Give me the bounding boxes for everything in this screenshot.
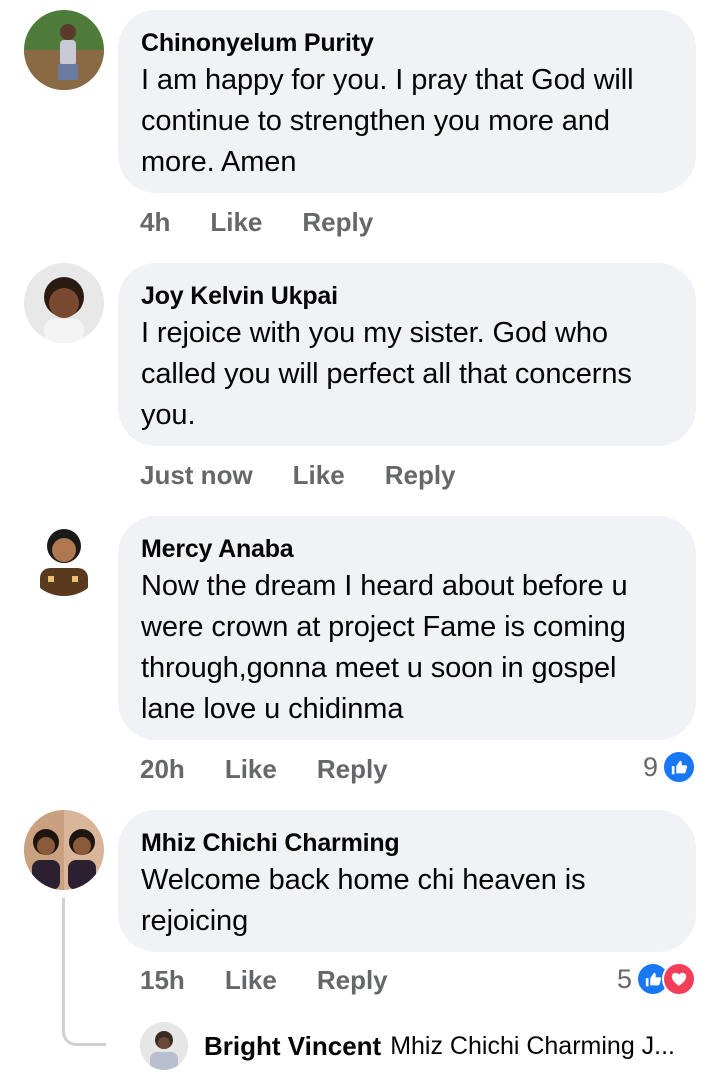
comment-text: Welcome back home chi heaven is rejoicin… xyxy=(141,864,586,937)
reply-text: Mhiz Chichi Charming J... xyxy=(390,1031,676,1060)
comment-author[interactable]: Mhiz Chichi Charming xyxy=(141,828,674,858)
reaction-count: 9 xyxy=(642,751,658,782)
avatar[interactable] xyxy=(24,263,104,343)
love-icon xyxy=(662,962,696,996)
comment-author[interactable]: Chinonyelum Purity xyxy=(141,28,674,58)
thread-connector xyxy=(62,898,106,1046)
comment-timestamp[interactable]: 4h xyxy=(140,207,170,238)
reaction-count: 5 xyxy=(616,963,632,994)
comment-actions: 15h Like Reply xyxy=(140,964,388,996)
comment-bubble: Joy Kelvin Ukpai I rejoice with you my s… xyxy=(118,263,696,446)
reaction-summary[interactable]: 5 xyxy=(617,962,696,996)
reply-author[interactable]: Bright Vincent xyxy=(204,1031,381,1062)
avatar[interactable] xyxy=(140,1022,188,1070)
comment-text: I rejoice with you my sister. God who ca… xyxy=(141,317,632,431)
comment-actions: 20h Like Reply xyxy=(140,753,388,785)
comment-text: Now the dream I heard about before u wer… xyxy=(141,570,628,725)
comment-author[interactable]: Mercy Anaba xyxy=(141,534,674,564)
reply-preview[interactable]: Bright Vincent Mhiz Chichi Charming J... xyxy=(140,1022,675,1070)
reply-button[interactable]: Reply xyxy=(302,207,373,238)
avatar[interactable] xyxy=(24,810,104,890)
comment-bubble: Mhiz Chichi Charming Welcome back home c… xyxy=(118,810,696,952)
like-button[interactable]: Like xyxy=(225,965,277,996)
comment-timestamp[interactable]: 20h xyxy=(140,754,185,785)
avatar[interactable] xyxy=(24,516,104,596)
like-button[interactable]: Like xyxy=(225,754,277,785)
like-button[interactable]: Like xyxy=(293,460,345,491)
like-button[interactable]: Like xyxy=(210,207,262,238)
reply-button[interactable]: Reply xyxy=(385,460,456,491)
comment-text: I am happy for you. I pray that God will… xyxy=(141,64,634,178)
comment-bubble: Mercy Anaba Now the dream I heard about … xyxy=(118,516,696,740)
reply-button[interactable]: Reply xyxy=(317,965,388,996)
comment-actions: Just now Like Reply xyxy=(140,459,456,491)
reaction-summary[interactable]: 9 xyxy=(643,750,696,784)
comment-actions: 4h Like Reply xyxy=(140,206,373,238)
comment-timestamp[interactable]: 15h xyxy=(140,965,185,996)
like-icon xyxy=(662,750,696,784)
comment-bubble: Chinonyelum Purity I am happy for you. I… xyxy=(118,10,696,193)
comment-timestamp[interactable]: Just now xyxy=(140,460,253,491)
reply-button[interactable]: Reply xyxy=(317,754,388,785)
avatar[interactable] xyxy=(24,10,104,90)
comment-author[interactable]: Joy Kelvin Ukpai xyxy=(141,281,674,311)
